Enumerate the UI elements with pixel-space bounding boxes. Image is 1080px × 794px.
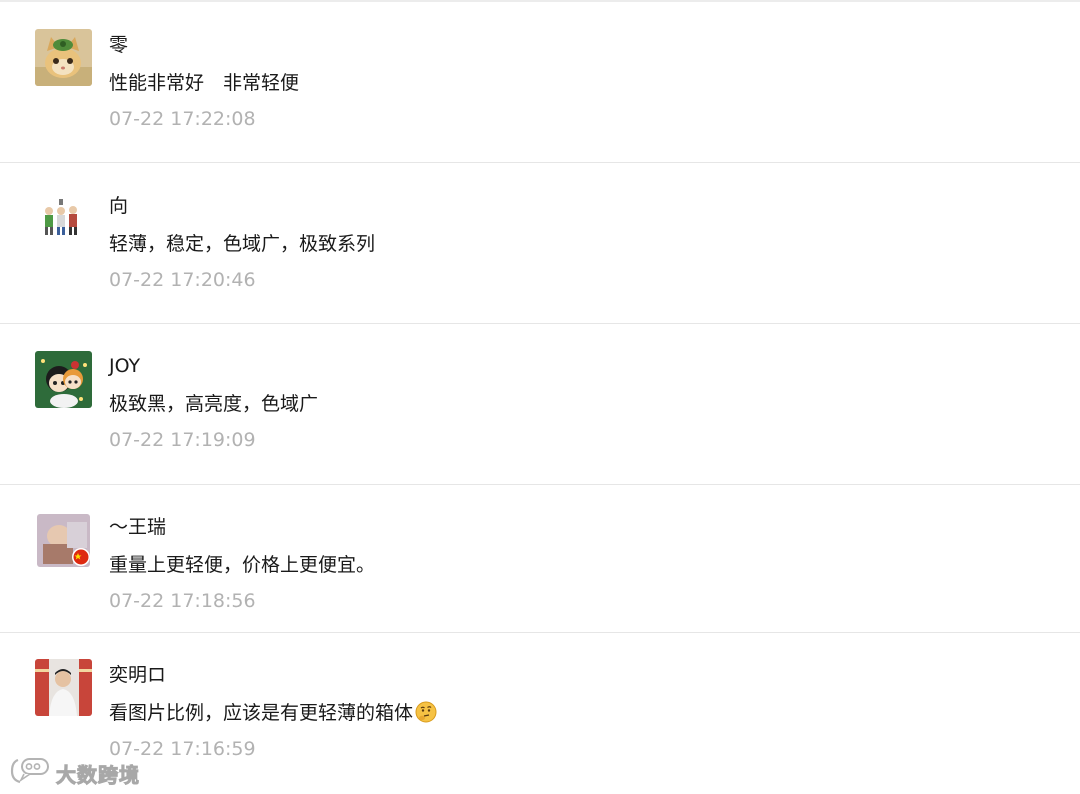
- watermark-text: 大数跨境: [56, 762, 140, 787]
- watermark: 大数跨境: [10, 757, 140, 789]
- avatar[interactable]: [35, 29, 92, 86]
- comment-item: ～王瑞 重量上更轻便，价格上更便宜。 07-22 17:18:56: [0, 485, 1080, 633]
- avatar[interactable]: [35, 351, 92, 408]
- avatar[interactable]: [35, 191, 92, 248]
- comment-item: 向 轻薄，稳定，色域广，极致系列 07-22 17:20:46: [0, 163, 1080, 324]
- comment-item: JOY 极致黑，高亮度，色域广 07-22 17:19:09: [0, 324, 1080, 485]
- thinking-face-icon: [415, 701, 437, 730]
- comment-item: 奕明ロ 看图片比例，应该是有更轻薄的箱体 07-22 17:16:59: [0, 633, 1080, 794]
- comment-timestamp: 07-22 17:22:08: [109, 108, 256, 130]
- comment-timestamp: 07-22 17:20:46: [109, 269, 256, 291]
- comment-text: 轻薄，稳定，色域广，极致系列: [109, 233, 376, 255]
- comment-text: 重量上更轻便，价格上更便宜。: [109, 554, 376, 576]
- comment-author: 奕明ロ: [109, 664, 167, 686]
- chat-bubble-logo-icon: [10, 756, 52, 790]
- comment-author: JOY: [109, 355, 141, 377]
- comment-author: 向: [109, 195, 129, 217]
- comment-text: 极致黑，高亮度，色域广: [109, 393, 319, 415]
- comment-author: ～王瑞: [109, 516, 167, 538]
- comment-text-content: 看图片比例，应该是有更轻薄的箱体: [109, 702, 414, 724]
- comment-text: 看图片比例，应该是有更轻薄的箱体: [109, 700, 437, 730]
- comment-text: 性能非常好 非常轻便: [109, 72, 300, 94]
- comment-item: 零 性能非常好 非常轻便 07-22 17:22:08: [0, 0, 1080, 163]
- comment-author: 零: [109, 34, 129, 56]
- avatar[interactable]: [37, 514, 90, 567]
- comment-timestamp: 07-22 17:19:09: [109, 429, 256, 451]
- comment-timestamp: 07-22 17:18:56: [109, 590, 256, 612]
- avatar[interactable]: [35, 659, 92, 716]
